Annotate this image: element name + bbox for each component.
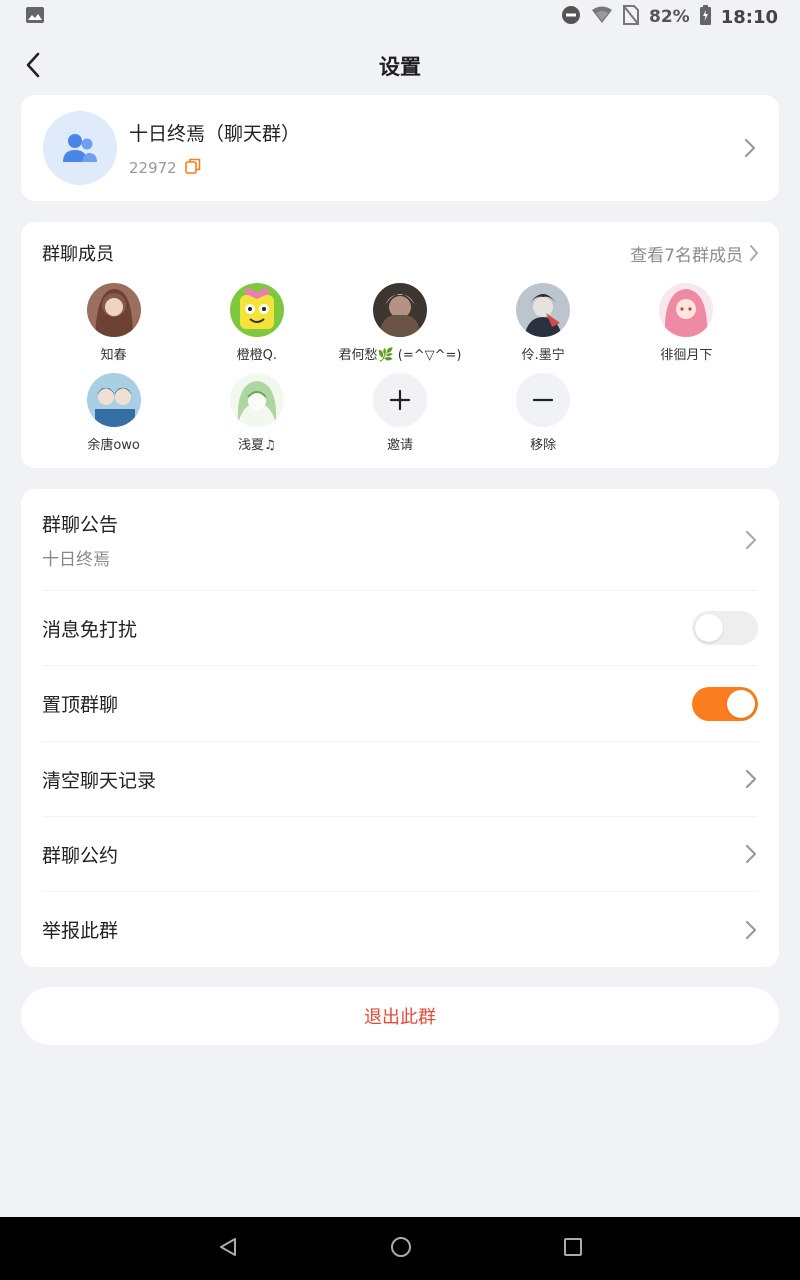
recents-square-icon[interactable]: [563, 1237, 583, 1261]
chevron-right-icon: [743, 138, 757, 158]
system-nav-bar: [0, 1217, 800, 1280]
avatar: [86, 373, 141, 427]
home-circle-icon[interactable]: [389, 1235, 413, 1263]
toggle-knob: [695, 614, 723, 642]
invite-label: 邀请: [386, 438, 413, 453]
back-triangle-icon[interactable]: [217, 1236, 239, 1262]
member-item[interactable]: 伶.墨宁: [472, 283, 615, 363]
nav-bar: 设置: [0, 38, 800, 94]
invite-circle: [372, 373, 427, 427]
battery-percent: 82%: [649, 7, 690, 27]
toggle-knob: [727, 689, 755, 718]
remove-button[interactable]: 移除: [472, 373, 615, 453]
avatar: [86, 283, 141, 337]
dnd-icon: [561, 5, 581, 30]
member-item[interactable]: 君何愁🌿 (=^▽^=): [328, 283, 471, 363]
status-bar: 82% 18:10: [0, 0, 800, 34]
member-name: 余唐owo: [87, 438, 140, 453]
chevron-left-icon: [26, 52, 40, 78]
view-all-members-link[interactable]: 查看7名群成员: [630, 241, 759, 266]
minus-icon: [533, 398, 554, 402]
group-rules-row[interactable]: 群聊公约: [42, 817, 758, 892]
avatar: [229, 283, 284, 337]
group-name: 十日终焉（聊天群）: [129, 122, 301, 145]
chevron-right-icon: [744, 920, 758, 940]
member-item[interactable]: 知春: [42, 283, 185, 363]
mute-row: 消息免打扰: [42, 591, 758, 666]
settings-card: 群聊公告 十日终焉 消息免打扰 置顶群聊 清空聊天记录 群聊公约 举报此群: [21, 489, 779, 967]
announcement-label: 群聊公告: [42, 513, 119, 536]
no-sim-icon: [622, 3, 640, 30]
group-avatar: [43, 111, 117, 185]
pin-toggle[interactable]: [692, 686, 758, 721]
member-item[interactable]: 徘徊月下: [615, 283, 758, 363]
chevron-right-icon: [744, 530, 758, 550]
report-row[interactable]: 举报此群: [42, 892, 758, 967]
image-notification-icon: [26, 6, 44, 28]
member-name: 知春: [100, 348, 127, 363]
group-rules-label: 群聊公约: [42, 844, 119, 867]
group-info-card[interactable]: 十日终焉（聊天群） 22972: [21, 95, 779, 201]
chevron-right-icon: [750, 245, 758, 261]
remove-circle: [516, 373, 571, 427]
pin-label: 置顶群聊: [42, 694, 119, 716]
view-all-label: 查看7名群成员: [630, 245, 743, 266]
clear-history-label: 清空聊天记录: [42, 769, 157, 792]
clock: 18:10: [720, 6, 778, 28]
avatar: [229, 373, 284, 427]
page-title: 设置: [379, 55, 421, 79]
group-users-icon: [63, 134, 97, 162]
member-name: 橙橙Q.: [236, 348, 277, 363]
mute-toggle[interactable]: [692, 611, 758, 645]
exit-group-button[interactable]: 退出此群: [21, 987, 779, 1045]
avatar: [516, 283, 571, 337]
plus-icon: [389, 389, 411, 411]
group-id: 22972: [129, 158, 177, 177]
member-name: 君何愁🌿 (=^▽^=): [338, 348, 462, 363]
members-title: 群聊成员: [42, 244, 114, 265]
clear-history-row[interactable]: 清空聊天记录: [42, 742, 758, 817]
copy-icon[interactable]: [184, 158, 201, 178]
member-item[interactable]: 浅夏♫: [185, 373, 328, 453]
members-grid: 知春 橙橙Q. 君何愁🌿 (=^▽^=) 伶.墨宁 徘徊月下 余唐owo 浅夏♫…: [42, 283, 758, 453]
announcement-row[interactable]: 群聊公告 十日终焉: [42, 489, 758, 591]
member-name: 浅夏♫: [237, 438, 276, 453]
pin-row: 置顶群聊: [42, 666, 758, 742]
announcement-text: 十日终焉: [42, 549, 110, 570]
member-item[interactable]: 余唐owo: [42, 373, 185, 453]
wifi-icon: [591, 6, 613, 29]
member-item[interactable]: 橙橙Q.: [185, 283, 328, 363]
invite-button[interactable]: 邀请: [328, 373, 471, 453]
member-name: 伶.墨宁: [521, 348, 565, 363]
remove-label: 移除: [530, 438, 557, 453]
back-button[interactable]: [18, 50, 48, 80]
chevron-right-icon: [744, 769, 758, 789]
avatar: [372, 283, 427, 337]
chevron-right-icon: [744, 844, 758, 864]
member-name: 徘徊月下: [660, 348, 713, 363]
battery-icon: [699, 4, 711, 30]
report-label: 举报此群: [42, 920, 119, 942]
mute-label: 消息免打扰: [42, 618, 138, 641]
members-card: 群聊成员 查看7名群成员 知春 橙橙Q. 君何愁🌿 (=^▽^=) 伶.墨宁 徘…: [21, 222, 779, 468]
avatar: [659, 283, 714, 337]
